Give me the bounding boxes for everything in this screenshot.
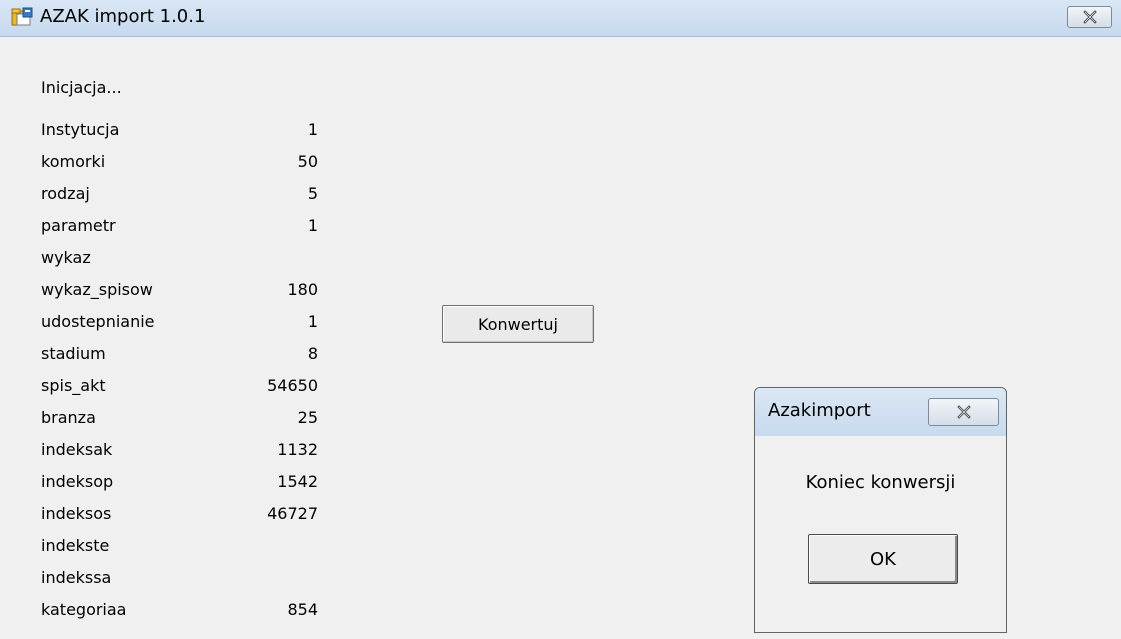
- row-label: branza: [41, 408, 96, 427]
- row-label: komorki: [41, 152, 106, 171]
- row-value: 1: [307, 216, 318, 235]
- row-value: 25: [297, 408, 318, 427]
- dialog-close-button[interactable]: [928, 398, 999, 426]
- row-value: 1: [307, 120, 318, 139]
- title-bar[interactable]: AZAK import 1.0.1: [0, 0, 1121, 37]
- row-value: 180: [287, 280, 318, 299]
- window-title: AZAK import 1.0.1: [40, 6, 206, 27]
- main-window: AZAK import 1.0.1 Inicjacja... Instytucj…: [0, 0, 1121, 639]
- row-label: parametr: [41, 216, 116, 235]
- row-label: spis_akt: [41, 376, 106, 395]
- window-close-button[interactable]: [1067, 6, 1112, 28]
- row-value: 5: [307, 184, 318, 203]
- dialog-title-bar[interactable]: Azakimport: [755, 388, 1006, 436]
- row-label: stadium: [41, 344, 106, 363]
- status-text: Inicjacja...: [41, 78, 122, 97]
- row-value: 854: [287, 600, 318, 619]
- row-value: 46727: [267, 504, 318, 523]
- row-value: 54650: [267, 376, 318, 395]
- row-label: rodzaj: [41, 184, 90, 203]
- row-label: Instytucja: [41, 120, 120, 139]
- row-value: 50: [297, 152, 318, 171]
- row-label: indeksop: [41, 472, 114, 491]
- row-label: udostepnianie: [41, 312, 155, 331]
- close-icon: [957, 405, 971, 419]
- row-label: wykaz: [41, 248, 91, 267]
- ok-button[interactable]: OK: [808, 534, 958, 584]
- row-label: kategoriaa: [41, 600, 127, 619]
- row-value: 1: [307, 312, 318, 331]
- row-label: indekste: [41, 536, 110, 555]
- dialog-title: Azakimport: [768, 400, 871, 421]
- row-label: wykaz_spisow: [41, 280, 153, 299]
- dialog-message: Koniec konwersji: [805, 472, 956, 493]
- close-icon: [1083, 10, 1097, 24]
- row-label: indeksos: [41, 504, 112, 523]
- row-value: 1542: [277, 472, 318, 491]
- row-value: 1132: [277, 440, 318, 459]
- row-value: 8: [307, 344, 318, 363]
- row-label: indekssa: [41, 568, 112, 587]
- row-label: indeksak: [41, 440, 113, 459]
- convert-button[interactable]: Konwertuj: [442, 305, 594, 343]
- app-folder-icon: [11, 7, 33, 27]
- message-dialog: Azakimport Koniec konwersji OK: [754, 387, 1007, 633]
